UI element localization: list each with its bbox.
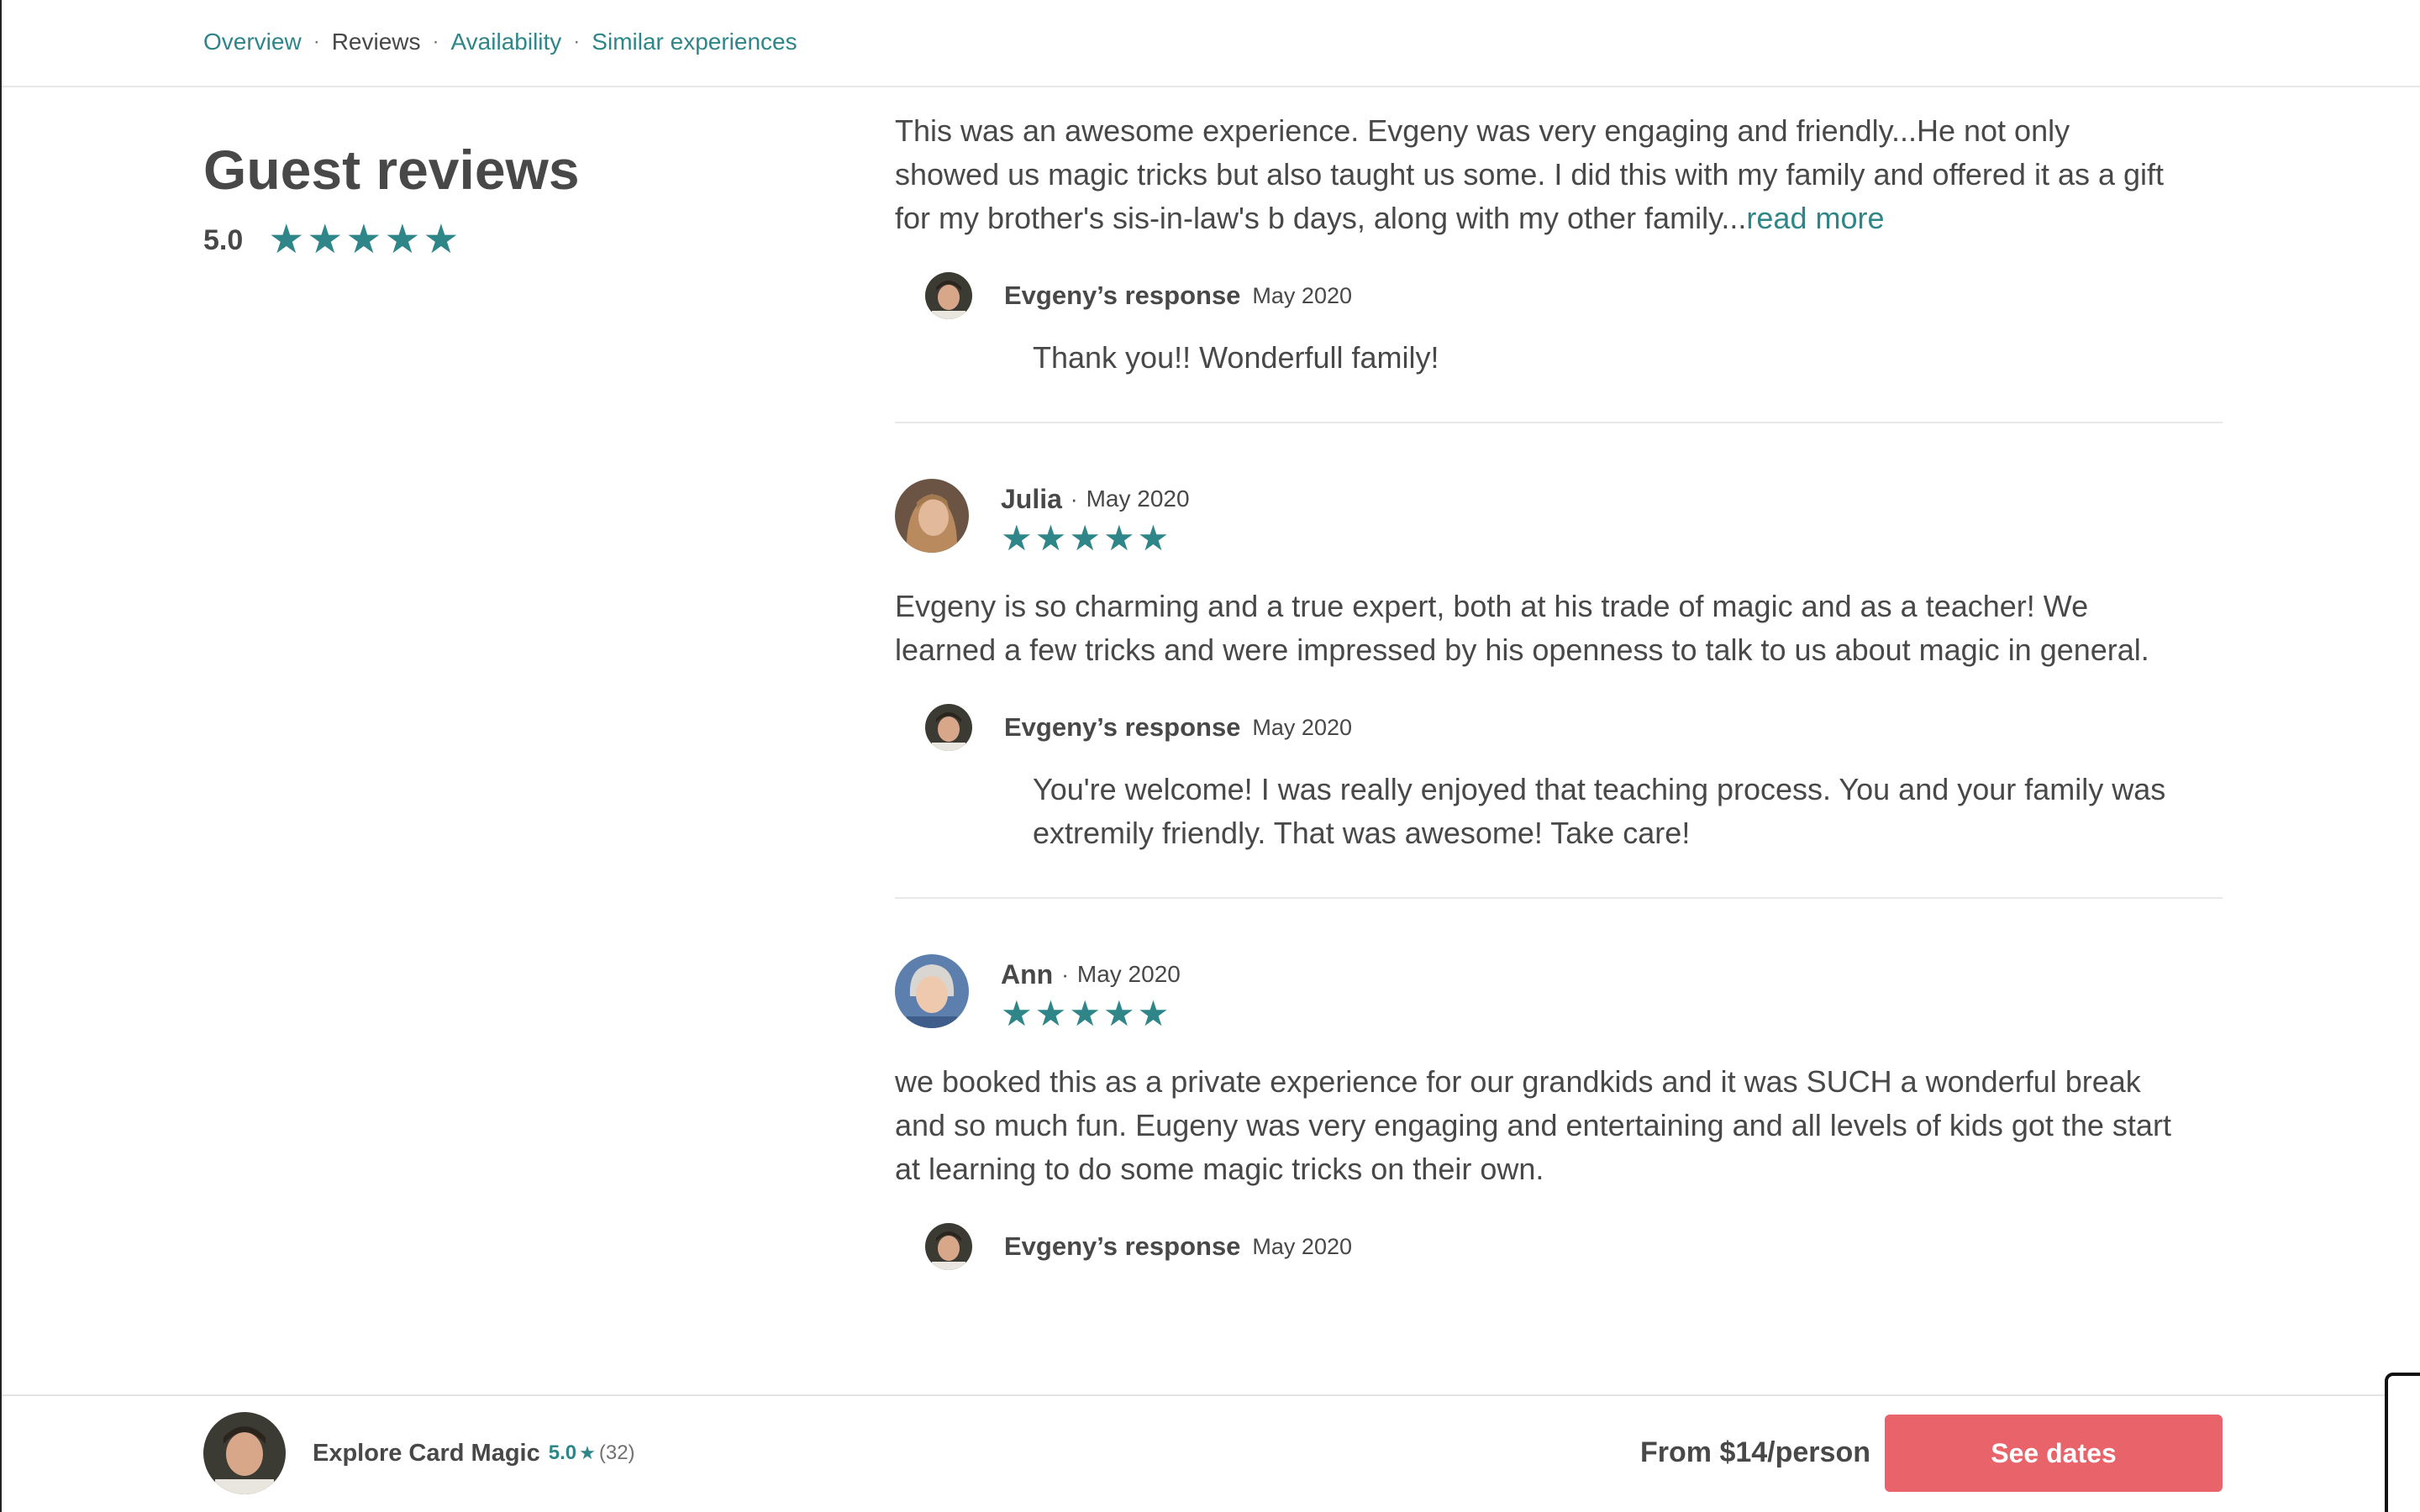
response-author: Evgeny’s response (1004, 1231, 1241, 1261)
subnav-availability-link[interactable]: Availability (451, 24, 562, 60)
star-icon: ★ (268, 218, 305, 262)
star-icon: ★ (1137, 518, 1170, 558)
star-icon: ★ (1069, 994, 1101, 1033)
page: Overview · Reviews · Availability · Simi… (0, 0, 2420, 1512)
subnav-similar-experiences-link[interactable]: Similar experiences (592, 24, 797, 60)
review-divider (895, 422, 2223, 423)
response-header: Evgeny’s response May 2020 (925, 702, 2223, 753)
experience-summary: Explore Card Magic 5.0 ★ (32) (203, 1412, 635, 1494)
review-divider (895, 897, 2223, 899)
host-response: Evgeny’s response May 2020 (925, 1221, 2223, 1272)
review-text: This was an awesome experience. Evgeny w… (895, 109, 2172, 240)
see-dates-button[interactable]: See dates (1885, 1415, 2223, 1492)
host-avatar[interactable] (203, 1412, 286, 1494)
subnav-overview-link[interactable]: Overview (203, 24, 302, 60)
review-text: Evgeny is so charming and a true expert,… (895, 589, 2149, 667)
response-date: May 2020 (1252, 714, 1352, 740)
read-more-link[interactable]: read more (1746, 201, 1884, 235)
response-header: Evgeny’s response May 2020 (925, 1221, 2223, 1272)
reviewer-avatar[interactable] (895, 479, 969, 553)
response-header: Evgeny’s response May 2020 (925, 270, 2223, 321)
reviewer-info: Ann · May 2020 ★ ★ ★ ★ ★ (1001, 956, 1181, 1032)
review-count: (32) (598, 1441, 635, 1464)
star-icon: ★ (384, 218, 421, 262)
reviewer-header: Julia · May 2020 ★ ★ ★ ★ ★ (895, 479, 2223, 556)
host-avatar[interactable] (925, 704, 972, 751)
overall-rating: 5.0 ★ ★ ★ ★ ★ (203, 220, 461, 260)
subnav-reviews-link[interactable]: Reviews (332, 24, 421, 60)
reviewer-line: Julia · May 2020 (1001, 480, 1190, 517)
subnav-separator: · (573, 30, 581, 53)
star-icon: ★ (579, 1442, 596, 1463)
experience-rating: 5.0 (548, 1441, 577, 1464)
review-item: This was an awesome experience. Evgeny w… (895, 109, 2223, 423)
price-label: From $14/person (1640, 1436, 1870, 1468)
star-icon: ★ (1102, 994, 1135, 1033)
reviewer-separator: · (1061, 961, 1069, 987)
reviewer-info: Julia · May 2020 ★ ★ ★ ★ ★ (1001, 480, 1190, 556)
subnav-separator: · (432, 30, 439, 53)
host-avatar[interactable] (925, 272, 972, 319)
review-stars: ★ ★ ★ ★ ★ (1001, 996, 1181, 1032)
reviewer-name: Ann (1001, 958, 1054, 990)
response-text: Thank you!! Wonderfull family! (1033, 340, 1439, 375)
star-icon: ★ (1034, 994, 1067, 1033)
floating-widget[interactable] (2385, 1373, 2420, 1512)
star-icon: ★ (423, 218, 460, 262)
review-item: Ann · May 2020 ★ ★ ★ ★ ★ we booked this … (895, 954, 2223, 1272)
reviewer-separator: · (1070, 486, 1078, 512)
host-avatar[interactable] (925, 1223, 972, 1270)
review-date: May 2020 (1086, 486, 1190, 512)
host-response: Evgeny’s response May 2020 Thank you!! W… (925, 270, 2223, 380)
overall-stars: ★ ★ ★ ★ ★ (268, 220, 461, 260)
response-author: Evgeny’s response (1004, 281, 1241, 310)
star-icon: ★ (345, 218, 382, 262)
reviewer-avatar[interactable] (895, 954, 969, 1028)
response-author: Evgeny’s response (1004, 712, 1241, 742)
response-text: You're welcome! I was really enjoyed tha… (1033, 772, 2166, 850)
star-icon: ★ (1069, 518, 1101, 558)
star-icon: ★ (1034, 518, 1067, 558)
review-text: we booked this as a private experience f… (895, 1064, 2171, 1186)
review-stars: ★ ★ ★ ★ ★ (1001, 521, 1190, 556)
subnav-links: Overview · Reviews · Availability · Simi… (203, 24, 797, 60)
overall-score: 5.0 (203, 223, 244, 256)
review-date: May 2020 (1076, 961, 1181, 987)
experience-title[interactable]: Explore Card Magic (313, 1440, 540, 1467)
section-subnav: Overview · Reviews · Availability · Simi… (2, 0, 2420, 87)
review-item: Julia · May 2020 ★ ★ ★ ★ ★ Evgeny is so … (895, 479, 2223, 899)
subnav-separator: · (313, 30, 320, 53)
guest-reviews-heading: Guest reviews (203, 139, 580, 201)
reviewer-header: Ann · May 2020 ★ ★ ★ ★ ★ (895, 954, 2223, 1032)
response-date: May 2020 (1252, 282, 1352, 308)
star-icon: ★ (1001, 518, 1033, 558)
reviewer-line: Ann · May 2020 (1001, 956, 1181, 993)
star-icon: ★ (1001, 994, 1033, 1033)
reviews-list: This was an awesome experience. Evgeny w… (895, 109, 2223, 1272)
star-icon: ★ (1137, 994, 1170, 1033)
response-date: May 2020 (1252, 1233, 1352, 1259)
reviewer-name: Julia (1001, 483, 1062, 514)
booking-bar: Explore Card Magic 5.0 ★ (32) From $14/p… (2, 1394, 2420, 1512)
star-icon: ★ (1102, 518, 1135, 558)
review-body: This was an awesome experience. Evgeny w… (895, 113, 2165, 235)
host-response: Evgeny’s response May 2020 You're welcom… (925, 702, 2223, 855)
star-icon: ★ (307, 218, 344, 262)
